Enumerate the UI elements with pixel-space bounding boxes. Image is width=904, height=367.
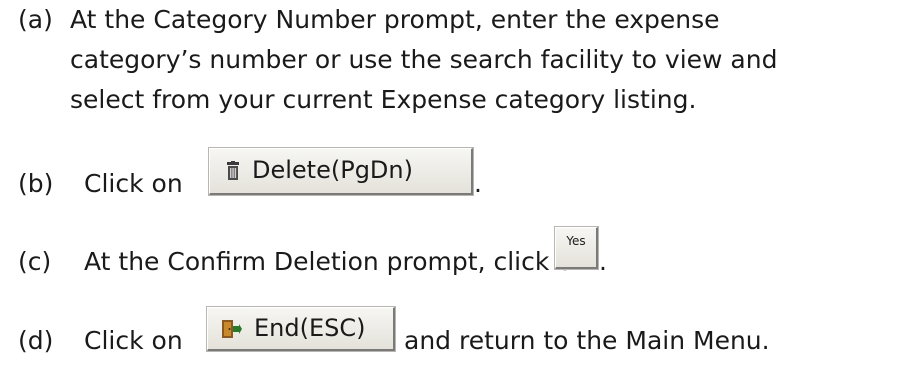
delete-button-label: Delete(PgDn) bbox=[252, 156, 413, 184]
yes-button[interactable]: Yes bbox=[554, 226, 599, 270]
end-button[interactable]: End(ESC) bbox=[206, 306, 396, 352]
delete-button[interactable]: Delete(PgDn) bbox=[208, 147, 474, 196]
step-b-marker: (b) bbox=[18, 169, 54, 198]
step-a-marker: (a) bbox=[18, 5, 53, 34]
step-a-line-2: category’s number or use the search faci… bbox=[70, 45, 778, 74]
end-button-label: End(ESC) bbox=[254, 314, 366, 342]
step-a-line-1: At the Category Number prompt, enter the… bbox=[70, 5, 720, 34]
step-c-marker: (c) bbox=[18, 247, 52, 276]
trash-icon bbox=[226, 161, 240, 181]
step-b-period: . bbox=[474, 169, 482, 198]
exit-door-icon bbox=[220, 318, 242, 340]
yes-button-label: Yes bbox=[566, 234, 586, 248]
step-b-text: Click on bbox=[84, 169, 183, 198]
step-d-trailing-text: and return to the Main Menu. bbox=[404, 326, 770, 355]
step-c-period: . bbox=[599, 247, 607, 276]
step-d-text: Click on bbox=[84, 326, 183, 355]
step-a-line-3: select from your current Expense categor… bbox=[70, 85, 697, 114]
step-c-text: At the Confirm Deletion prompt, click on bbox=[84, 247, 589, 276]
step-d-marker: (d) bbox=[18, 326, 54, 355]
